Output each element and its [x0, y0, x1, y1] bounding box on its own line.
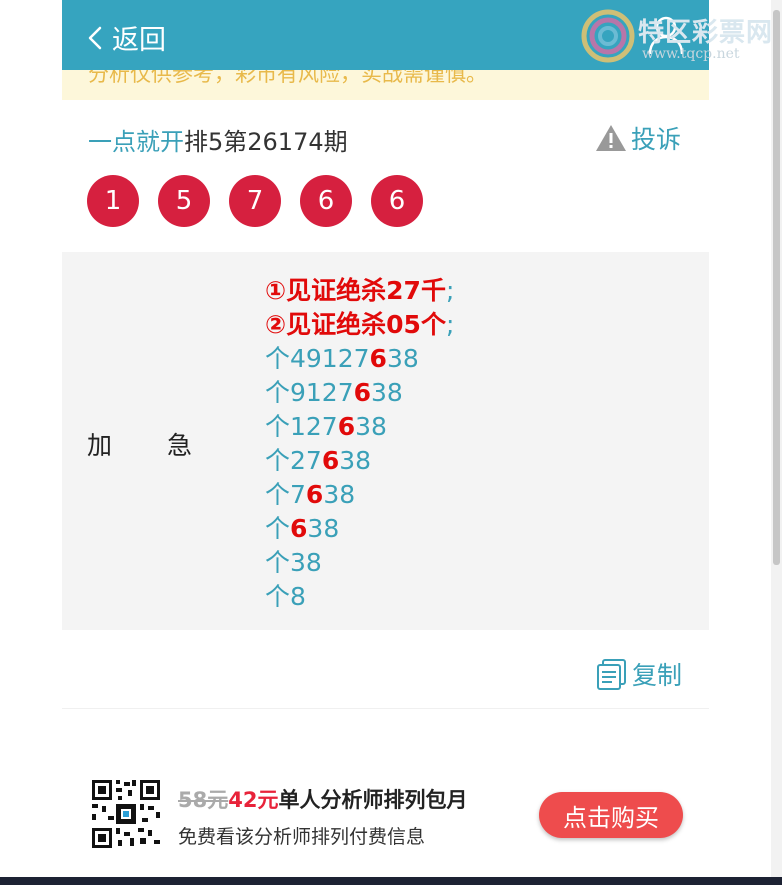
result-ball: 5	[158, 175, 210, 227]
warning-icon	[596, 125, 626, 151]
back-label: 返回	[112, 25, 166, 56]
line-hl: 6	[305, 480, 324, 509]
divider	[62, 708, 709, 709]
result-ball: 6	[371, 175, 423, 227]
line-pre: 个49127	[265, 344, 370, 373]
line-hl: 6	[290, 514, 308, 543]
result-balls: 1 5 7 6 6	[87, 175, 423, 227]
scrollbar-thumb[interactable]	[773, 10, 780, 565]
line-hl: 6	[337, 412, 356, 441]
back-button[interactable]: 返回	[88, 18, 166, 57]
result-ball: 6	[300, 175, 352, 227]
prediction-line: 个38	[265, 546, 454, 580]
content-label-right: 急	[167, 431, 193, 460]
prediction-line: ②见证绝杀05个;	[265, 308, 454, 342]
prediction-line: 个7638	[265, 478, 454, 512]
prediction-line: 个9127638	[265, 376, 454, 410]
promo-title: 58元42元单人分析师排列包月	[178, 784, 467, 814]
line-pre: 个9127	[265, 378, 354, 407]
chevron-left-icon	[88, 26, 102, 49]
line-pre: ②见证绝杀05个	[265, 310, 446, 339]
prediction-line: 个49127638	[265, 342, 454, 376]
line-pre: 个	[265, 514, 291, 543]
taskbar-edge	[0, 877, 782, 885]
line-post: 38	[307, 514, 340, 543]
prediction-content: 加 急 ①见证绝杀27千; ②见证绝杀05个; 个49127638 个9127638 个…	[62, 252, 709, 630]
buy-button[interactable]: 点击购买	[539, 792, 683, 838]
new-price: 42元	[228, 788, 279, 812]
line-post: 38	[386, 344, 419, 373]
copy-icon	[597, 659, 626, 690]
old-price: 58元	[178, 788, 229, 812]
line-pre: 个8	[265, 582, 306, 611]
line-sep: ;	[445, 310, 455, 339]
line-post: 38	[323, 480, 356, 509]
line-pre: ①见证绝杀27千	[265, 276, 446, 305]
line-post: 38	[355, 412, 387, 441]
watermark-logo: 特区彩票网 www.tqcp.net	[580, 8, 780, 66]
copy-button[interactable]: 复制	[596, 656, 682, 692]
issue-text: 排5第26174期	[184, 128, 348, 156]
prediction-line: 个127638	[265, 410, 454, 444]
line-hl: 6	[353, 378, 372, 407]
line-post: 38	[371, 378, 403, 407]
qr-code-icon	[90, 778, 162, 850]
line-pre: 个38	[265, 548, 322, 577]
subscription-promo: 58元42元单人分析师排列包月 免费看该分析师排列付费信息 点击购买	[90, 778, 690, 850]
prediction-line: 个638	[265, 512, 454, 546]
complain-button[interactable]: 投诉	[595, 120, 681, 156]
result-ball: 1	[87, 175, 139, 227]
prediction-line: 个8	[265, 580, 454, 614]
line-pre: 个127	[265, 412, 338, 441]
line-hl: 6	[321, 446, 340, 475]
issue-title: 一点就开排5第26174期	[88, 122, 348, 157]
prediction-lines: ①见证绝杀27千; ②见证绝杀05个; 个49127638 个9127638 个1276…	[265, 274, 454, 614]
copy-label: 复制	[632, 661, 683, 690]
prediction-line: 个27638	[265, 444, 454, 478]
line-hl: 6	[369, 344, 387, 373]
line-sep: ;	[445, 276, 455, 305]
vertical-scrollbar[interactable]	[771, 0, 782, 885]
watermark-title: 特区彩票网	[638, 18, 774, 48]
promo-subtitle: 免费看该分析师排列付费信息	[178, 826, 426, 848]
content-label-left: 加	[87, 431, 113, 460]
result-ball: 7	[229, 175, 281, 227]
complain-label: 投诉	[631, 125, 682, 154]
prediction-line: ①见证绝杀27千;	[265, 274, 454, 308]
logo-swirl-icon	[581, 9, 635, 63]
line-pre: 个27	[265, 446, 322, 475]
line-pre: 个7	[265, 480, 306, 509]
promo-title-text: 单人分析师排列包月	[278, 788, 468, 812]
watermark-url: www.tqcp.net	[642, 46, 740, 62]
analyst-link[interactable]: 一点就开	[88, 128, 184, 156]
line-post: 38	[339, 446, 372, 475]
